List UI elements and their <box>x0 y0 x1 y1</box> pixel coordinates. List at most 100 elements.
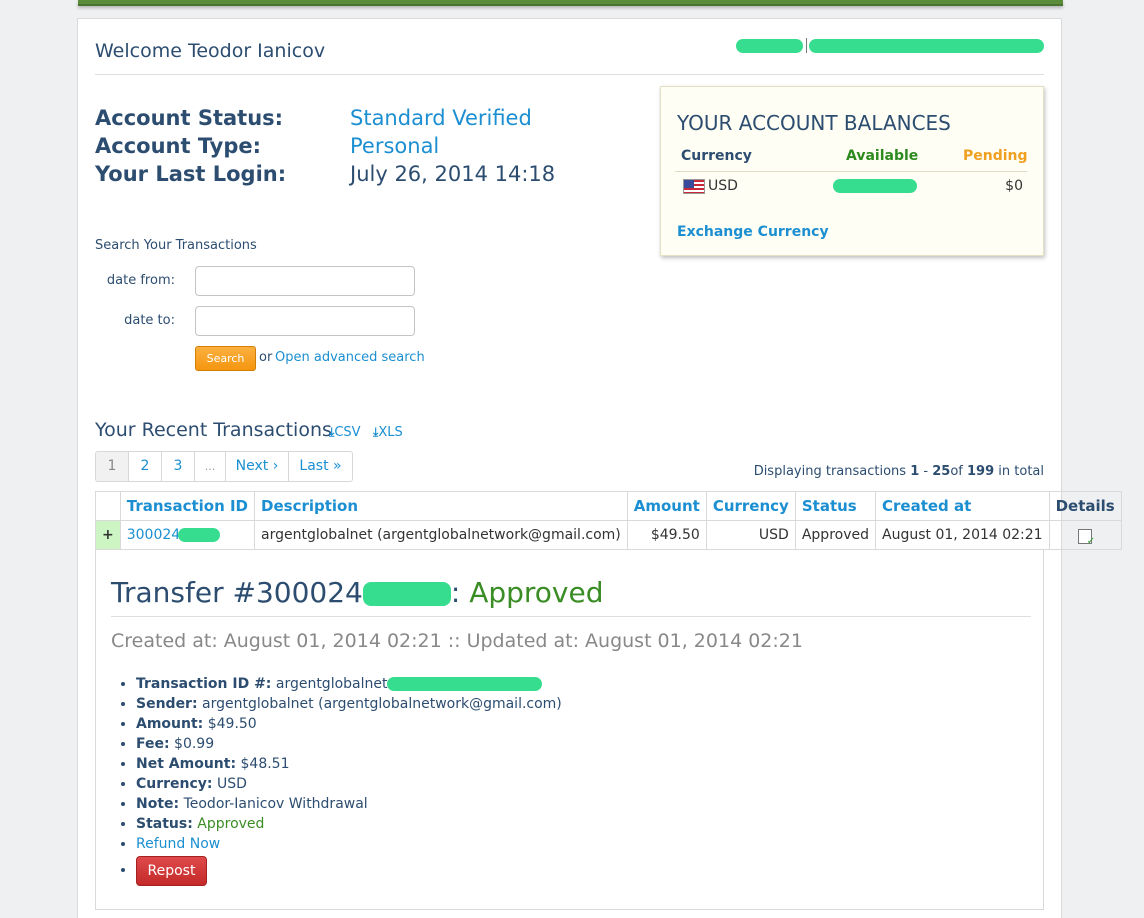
sender-label: Sender: <box>136 696 198 712</box>
transfer-title-prefix: Transfer #300024 <box>111 576 363 609</box>
description-cell: argentglobalnet (argentglobalnetwork@gma… <box>254 520 628 550</box>
range-sep: - <box>923 464 929 479</box>
transfer-properties-list: Transaction ID #: argentglobalnet Sender… <box>118 674 562 888</box>
search-title: Search Your Transactions <box>95 238 257 253</box>
range-end: 25 <box>932 464 951 479</box>
balances-divider <box>675 171 1027 172</box>
xls-download-link[interactable]: ⤓XLS <box>373 425 403 440</box>
csv-download-link[interactable]: ⤓CSV <box>329 425 361 440</box>
list-item: Note: Teodor-Ianicov Withdrawal <box>136 794 562 814</box>
list-item: Status: Approved <box>136 814 562 834</box>
currency-label: Currency: <box>136 776 213 792</box>
account-balances-box: YOUR ACCOUNT BALANCES Currency Available… <box>660 86 1044 256</box>
list-item: Sender: argentglobalnet (argentglobalnet… <box>136 694 562 714</box>
header-description[interactable]: Description <box>254 491 628 521</box>
net-amount-value: $48.51 <box>240 756 290 772</box>
amount-value: $49.50 <box>207 716 257 732</box>
table-row: + 300024 argentglobalnet (argentglobalne… <box>95 520 1122 550</box>
header-details: Details <box>1048 491 1122 521</box>
balances-pending-header: Pending <box>963 148 1028 164</box>
currency-value: USD <box>217 776 247 792</box>
or-text: or <box>259 350 273 365</box>
transaction-id-label: Transaction ID #: <box>136 676 272 692</box>
page-ellipsis: ... <box>195 452 226 481</box>
list-item: Amount: $49.50 <box>136 714 562 734</box>
last-page-link[interactable]: Last » <box>289 452 352 481</box>
account-type-label: Account Type: <box>95 134 262 158</box>
repost-button[interactable]: Repost <box>136 856 207 886</box>
top-bar <box>78 0 1063 6</box>
in-total-text: in total <box>998 464 1044 479</box>
welcome-text: Welcome Teodor Ianicov <box>95 40 326 62</box>
balances-available-header: Available <box>846 148 919 164</box>
account-status-label: Account Status: <box>95 106 284 130</box>
refund-now-link[interactable]: Refund Now <box>136 836 220 852</box>
header-rule <box>95 74 1044 75</box>
advanced-search-link[interactable]: Open advanced search <box>275 350 425 365</box>
currency-cell: USD <box>705 520 796 550</box>
redacted-transaction-id <box>178 528 221 542</box>
redacted-header-item <box>736 39 803 53</box>
transaction-id-cell[interactable]: 300024 <box>119 520 256 550</box>
list-item: Transaction ID #: argentglobalnet <box>136 674 562 694</box>
range-start: 1 <box>910 464 920 479</box>
account-status-value: Standard Verified <box>350 106 532 130</box>
list-item: Currency: USD <box>136 774 562 794</box>
exchange-currency-link[interactable]: Exchange Currency <box>677 224 829 240</box>
redacted-header-item <box>809 39 1044 53</box>
table-header-row: Transaction ID Description Amount Curren… <box>95 491 1122 521</box>
transaction-id-value: argentglobalnet <box>275 676 388 692</box>
expand-header <box>95 491 121 521</box>
last-login-label: Your Last Login: <box>95 162 287 186</box>
of-text: of <box>950 464 963 479</box>
list-item: Repost <box>136 854 562 888</box>
account-type-value: Personal <box>350 134 440 158</box>
page-1[interactable]: 1 <box>96 452 129 481</box>
header-created-at[interactable]: Created at <box>875 491 1050 521</box>
fee-value: $0.99 <box>174 736 215 752</box>
date-from-input[interactable] <box>195 266 415 296</box>
expand-toggle[interactable]: + <box>95 520 121 550</box>
note-value: Teodor-Ianicov Withdrawal <box>183 796 368 812</box>
balances-currency-header: Currency <box>681 148 752 164</box>
amount-label: Amount: <box>136 716 204 732</box>
status-value: Approved <box>197 816 265 832</box>
transfer-title-status: Approved <box>469 576 604 609</box>
date-to-input[interactable] <box>195 306 415 336</box>
transfer-detail-panel: Transfer #300024: Approved Created at: A… <box>95 550 1044 910</box>
header-status[interactable]: Status <box>794 491 877 521</box>
details-cell[interactable] <box>1048 520 1122 550</box>
status-label: Status: <box>136 816 193 832</box>
transfer-title-sep: : <box>450 576 461 609</box>
date-from-label: date from: <box>106 273 175 288</box>
displaying-summary: Displaying transactions 1 - 25of 199 in … <box>754 464 1044 479</box>
pagination: 1 2 3 ... Next › Last » <box>95 451 353 482</box>
redacted-transfer-id <box>362 582 451 606</box>
redacted-transaction-id-suffix <box>387 677 543 691</box>
details-icon[interactable] <box>1078 528 1095 547</box>
fee-label: Fee: <box>136 736 170 752</box>
page-2[interactable]: 2 <box>129 452 162 481</box>
next-page-link[interactable]: Next › <box>226 452 289 481</box>
header-divider <box>806 38 807 53</box>
search-button[interactable]: Search <box>195 346 256 371</box>
recent-transactions-title: Your Recent Transactions <box>95 419 332 441</box>
transactions-table: Transaction ID Description Amount Curren… <box>95 491 1122 550</box>
status-cell: Approved <box>794 520 877 550</box>
header-transaction-id[interactable]: Transaction ID <box>119 491 256 521</box>
transfer-title: Transfer #300024: Approved <box>111 576 604 609</box>
transaction-id-link[interactable]: 300024 <box>127 527 180 543</box>
csv-label: CSV <box>334 425 361 440</box>
total-count: 199 <box>967 464 995 479</box>
sender-value: argentglobalnet (argentglobalnetwork@gma… <box>202 696 562 712</box>
header-currency[interactable]: Currency <box>705 491 796 521</box>
net-amount-label: Net Amount: <box>136 756 237 772</box>
header-amount[interactable]: Amount <box>626 491 707 521</box>
balances-title: YOUR ACCOUNT BALANCES <box>677 111 951 135</box>
last-login-value: July 26, 2014 14:18 <box>350 162 556 186</box>
list-item: Refund Now <box>136 834 562 854</box>
page-3[interactable]: 3 <box>162 452 195 481</box>
balances-row-currency: USD <box>708 178 738 194</box>
detail-divider <box>111 616 1031 617</box>
amount-cell: $49.50 <box>626 520 707 550</box>
